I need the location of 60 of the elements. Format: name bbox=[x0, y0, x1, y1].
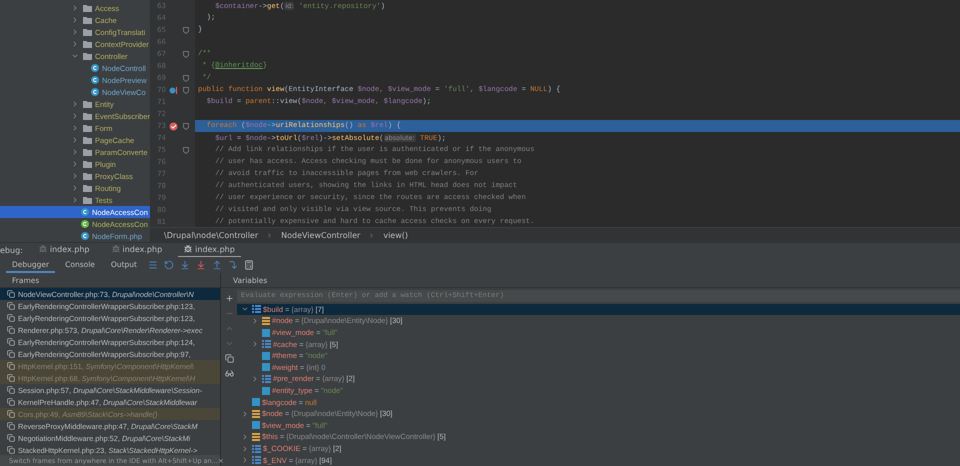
frame-icon bbox=[7, 446, 15, 454]
stack-icon bbox=[262, 316, 270, 325]
down-arrow-icon[interactable] bbox=[178, 259, 191, 271]
frame-icon bbox=[7, 314, 15, 322]
frame-icon bbox=[7, 338, 15, 346]
bug-icon bbox=[184, 245, 192, 253]
fold-icon[interactable] bbox=[183, 86, 189, 94]
frame-icon bbox=[7, 398, 15, 406]
stack-icon bbox=[252, 432, 260, 441]
fold-icon[interactable] bbox=[183, 26, 189, 34]
list-icon bbox=[262, 374, 271, 383]
frame-icon bbox=[7, 350, 15, 358]
breadcrumb-item[interactable]: NodeViewController bbox=[281, 230, 360, 240]
lines-icon[interactable] bbox=[146, 259, 159, 271]
session-tab[interactable]: index.php bbox=[32, 242, 96, 258]
frame-icon bbox=[7, 290, 15, 298]
copy-icon[interactable] bbox=[223, 352, 235, 364]
class-icon bbox=[91, 76, 99, 84]
chevron-icon[interactable] bbox=[251, 340, 259, 348]
corner-arrow-icon[interactable] bbox=[226, 259, 239, 271]
field-icon bbox=[252, 421, 260, 430]
field-icon bbox=[262, 328, 270, 337]
debug-label: ebug: bbox=[0, 246, 23, 254]
class-icon bbox=[91, 64, 99, 72]
class-icon bbox=[81, 208, 89, 216]
stack-icon bbox=[252, 410, 260, 418]
frame-icon bbox=[7, 434, 15, 442]
curved-arrow-icon[interactable] bbox=[162, 259, 175, 271]
frame-icon bbox=[7, 374, 15, 382]
frame-icon bbox=[7, 386, 15, 394]
fold-icon[interactable] bbox=[183, 146, 189, 154]
frame-icon bbox=[7, 410, 15, 418]
frame-icon bbox=[7, 362, 15, 370]
list-icon bbox=[252, 305, 261, 314]
fold-icon[interactable] bbox=[183, 74, 189, 82]
session-tab[interactable]: index.php bbox=[106, 242, 168, 258]
list-icon bbox=[252, 444, 261, 453]
chevron-icon bbox=[266, 232, 274, 238]
class-icon bbox=[91, 88, 99, 96]
calculator-icon[interactable] bbox=[242, 259, 255, 271]
bug-icon bbox=[38, 245, 47, 253]
bug-icon bbox=[112, 245, 120, 253]
chevron-icon[interactable] bbox=[251, 374, 259, 383]
list-icon bbox=[262, 340, 271, 348]
fold-icon[interactable] bbox=[183, 122, 189, 130]
breadcrumb-item[interactable]: \Drupal\node\Controller bbox=[164, 230, 258, 240]
chevron-icon[interactable] bbox=[241, 410, 249, 418]
breakpoint-icon[interactable] bbox=[168, 122, 178, 130]
class-icon bbox=[81, 220, 89, 228]
chevron-icon bbox=[368, 232, 376, 238]
frame-icon bbox=[7, 422, 15, 430]
fold-icon[interactable] bbox=[183, 50, 189, 58]
up-arrow-icon[interactable] bbox=[210, 259, 223, 271]
frame-icon bbox=[7, 302, 15, 310]
override-icon[interactable] bbox=[168, 86, 178, 94]
frame-icon bbox=[7, 326, 15, 334]
list-icon bbox=[252, 456, 261, 464]
class-icon bbox=[81, 232, 89, 240]
breadcrumb-item[interactable]: view() bbox=[383, 230, 408, 240]
down-arrow-icon[interactable] bbox=[194, 259, 207, 271]
